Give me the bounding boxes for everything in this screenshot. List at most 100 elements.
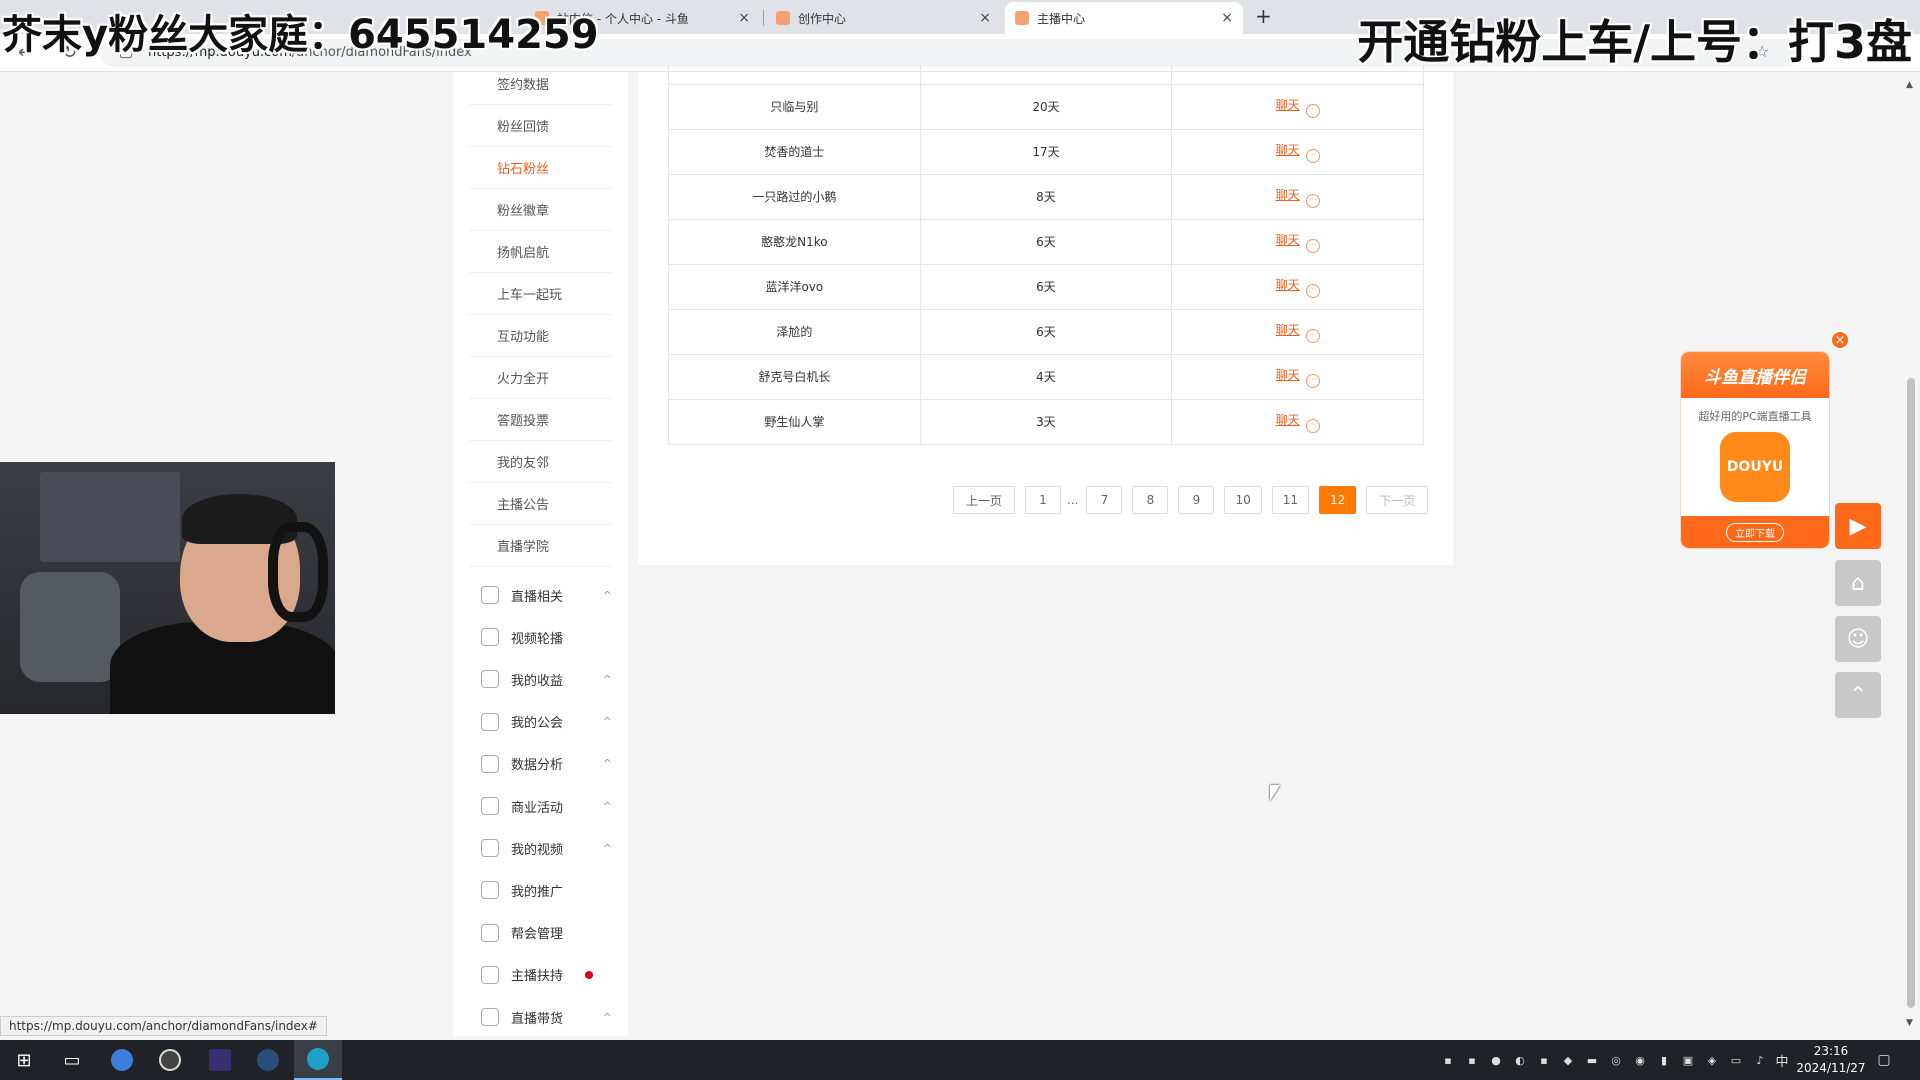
scroll-down-arrow-icon[interactable]: ▼	[1906, 1018, 1913, 1028]
chat-link[interactable]: 聊天	[1276, 188, 1300, 202]
sidebar-group[interactable]: 主播扶持	[453, 954, 628, 996]
next-page-button[interactable]: 下一页	[1366, 486, 1429, 514]
sidebar-group[interactable]: 帮会管理	[453, 912, 628, 954]
tray-app-icon[interactable]: ●	[1488, 1052, 1504, 1068]
new-tab-button[interactable]: +	[1255, 4, 1272, 28]
fan-action-cell: 聊天 ···	[1171, 308, 1424, 355]
steam-tray-icon[interactable]: ◎	[1608, 1052, 1624, 1068]
sidebar-item[interactable]: 互动功能	[469, 315, 612, 357]
live-companion-ad[interactable]: 斗鱼直播伴侣 超好用的PC端直播工具 DOUYU 立即下载	[1681, 352, 1829, 548]
sidebar-group[interactable]: 我的视频 ^	[453, 827, 628, 869]
sidebar-group[interactable]: 我的公会 ^	[453, 701, 628, 743]
tray-app-icon[interactable]: ▬	[1584, 1052, 1600, 1068]
current-page-button[interactable]: 12	[1319, 486, 1357, 514]
notification-icon[interactable]: ▢	[1876, 1052, 1892, 1068]
windows-start-icon[interactable]: ⊞	[0, 1040, 48, 1080]
page-button[interactable]: 9	[1178, 486, 1215, 514]
sidebar-item[interactable]: 主播公告	[469, 483, 612, 525]
robot-button[interactable]: ☺	[1835, 616, 1881, 662]
chat-bubble-icon[interactable]: ···	[1305, 103, 1320, 118]
chat-link[interactable]: 聊天	[1276, 368, 1300, 382]
chat-bubble-icon[interactable]: ···	[1305, 328, 1320, 343]
chevron-up-icon[interactable]: ^	[603, 757, 612, 770]
chevron-up-icon[interactable]: ^	[603, 715, 612, 728]
close-ad-button[interactable]: ×	[1830, 330, 1850, 350]
close-icon[interactable]: ×	[979, 10, 991, 26]
taskbar-app-obs[interactable]	[146, 1040, 194, 1080]
scrollbar-thumb[interactable]	[1907, 378, 1915, 1008]
chat-bubble-icon[interactable]: ···	[1305, 373, 1320, 388]
close-icon[interactable]: ×	[1221, 10, 1233, 26]
page-button[interactable]: 10	[1224, 486, 1262, 514]
sidebar-group[interactable]: 直播相关 ^	[453, 574, 628, 616]
chevron-up-icon[interactable]: ^	[603, 673, 612, 686]
tray-app-icon[interactable]: ◈	[1704, 1052, 1720, 1068]
chat-bubble-icon[interactable]: ···	[1305, 418, 1320, 433]
taskbar-app-steam[interactable]	[244, 1040, 292, 1080]
chat-bubble-icon[interactable]: ···	[1305, 148, 1320, 163]
taskbar-app-browser[interactable]	[98, 1040, 146, 1080]
chevron-up-icon[interactable]: ^	[603, 1011, 612, 1024]
tab-anchor-center[interactable]: 主播中心 ×	[1005, 2, 1243, 34]
sidebar-item[interactable]: 钻石粉丝	[469, 147, 612, 189]
sidebar-group[interactable]: 数据分析 ^	[453, 743, 628, 785]
chat-bubble-icon[interactable]: ···	[1305, 238, 1320, 253]
tray-app-icon[interactable]: ▪	[1536, 1052, 1552, 1068]
taskbar-app-edge[interactable]	[294, 1040, 342, 1080]
sidebar-group[interactable]: 我的收益 ^	[453, 658, 628, 700]
taskbar-app-se[interactable]	[196, 1040, 244, 1080]
back-to-top-button[interactable]: ⌃	[1835, 672, 1881, 718]
page-button[interactable]: 11	[1271, 486, 1310, 514]
chevron-up-icon[interactable]: ^	[603, 842, 612, 855]
page-button[interactable]: 1	[1025, 486, 1061, 514]
chat-link[interactable]: 聊天	[1276, 278, 1300, 292]
chat-bubble-icon[interactable]: ···	[1305, 283, 1320, 298]
tray-app-icon[interactable]: ◐	[1512, 1052, 1528, 1068]
replay-button[interactable]: ▶	[1835, 503, 1881, 549]
sidebar-group[interactable]: 我的推广	[453, 869, 628, 911]
volume-icon[interactable]: ♪	[1752, 1052, 1768, 1068]
fan-name-cell: 蓝洋洋ovo	[668, 263, 921, 310]
tray-app-icon[interactable]: ◉	[1632, 1052, 1648, 1068]
ime-indicator[interactable]: 中	[1774, 1052, 1790, 1070]
fan-name-cell: 焚香的道士	[668, 128, 921, 175]
sidebar-item[interactable]: 我的友邻	[469, 441, 612, 483]
chevron-up-icon[interactable]: ^	[603, 589, 612, 602]
sidebar-group[interactable]: 直播带货 ^	[453, 996, 628, 1038]
chevron-up-icon[interactable]: ^	[603, 800, 612, 813]
chat-link[interactable]: 聊天	[1276, 413, 1300, 427]
page-button[interactable]: 7	[1086, 486, 1123, 514]
sidebar-item[interactable]: 直播学院	[469, 525, 612, 567]
close-icon[interactable]: ×	[738, 10, 750, 26]
sidebar-item[interactable]: 签约数据	[469, 63, 612, 105]
sidebar-item[interactable]: 上车一起玩	[469, 273, 612, 315]
chat-link[interactable]: 聊天	[1276, 98, 1300, 112]
tray-app-icon[interactable]: ◆	[1560, 1052, 1576, 1068]
douyu-favicon-icon	[776, 11, 790, 25]
sidebar-item[interactable]: 扬帆启航	[469, 231, 612, 273]
task-view-icon[interactable]: ▭	[48, 1040, 96, 1080]
network-icon[interactable]: ▭	[1728, 1052, 1744, 1068]
home-button[interactable]: ⌂	[1835, 560, 1881, 606]
sidebar-group-label: 数据分析	[511, 758, 564, 774]
scroll-up-arrow-icon[interactable]: ▲	[1906, 80, 1913, 90]
sidebar-item[interactable]: 火力全开	[469, 357, 612, 399]
nvidia-tray-icon[interactable]: ▪	[1440, 1052, 1456, 1068]
sidebar-group[interactable]: 商业活动 ^	[453, 785, 628, 827]
sidebar-item[interactable]: 粉丝徽章	[469, 189, 612, 231]
sidebar-item[interactable]: 粉丝回馈	[469, 105, 612, 147]
page-button[interactable]: 8	[1132, 486, 1169, 514]
chat-link[interactable]: 聊天	[1276, 143, 1300, 157]
download-button[interactable]: 立即下载	[1681, 516, 1829, 548]
chat-link[interactable]: 聊天	[1276, 233, 1300, 247]
prev-page-button[interactable]: 上一页	[953, 486, 1015, 514]
chat-bubble-icon[interactable]: ···	[1305, 193, 1320, 208]
tray-app-icon[interactable]: ▪	[1464, 1052, 1480, 1068]
microphone-tray-icon[interactable]: ▮	[1656, 1052, 1672, 1068]
tab-creation-center[interactable]: 创作中心 ×	[766, 2, 1001, 34]
sidebar-group[interactable]: 视频轮播	[453, 616, 628, 658]
tray-app-icon[interactable]: ▣	[1680, 1052, 1696, 1068]
taskbar-clock[interactable]: 23:16 2024/11/27	[1796, 1043, 1866, 1077]
sidebar-item[interactable]: 答题投票	[469, 399, 612, 441]
chat-link[interactable]: 聊天	[1276, 323, 1300, 337]
